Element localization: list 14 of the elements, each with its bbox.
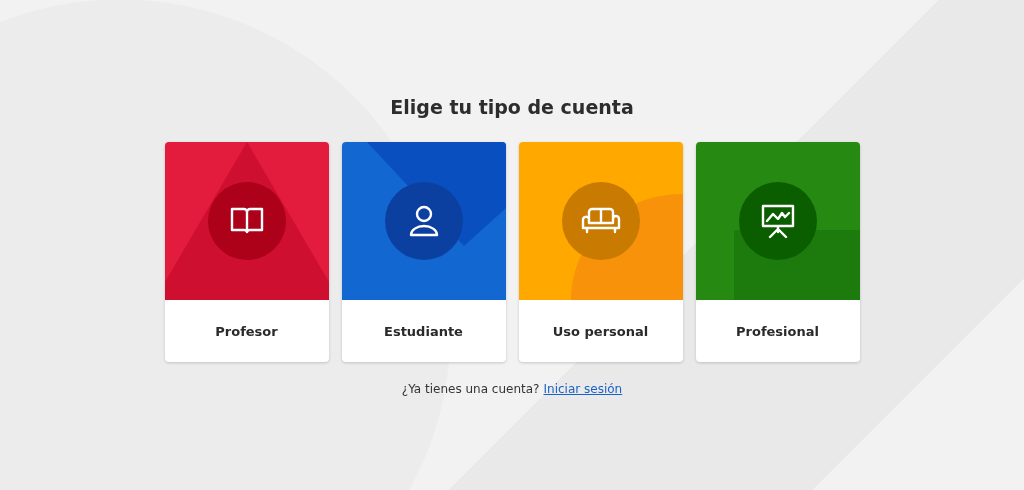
login-link[interactable]: Iniciar sesión	[543, 382, 623, 396]
card-label: Profesor	[214, 322, 279, 341]
presentation-board-icon	[759, 203, 796, 239]
sofa-icon	[580, 207, 621, 235]
card-label: Uso personal	[551, 322, 650, 341]
account-type-card[interactable]: Estudiante	[341, 142, 506, 362]
person-icon	[407, 205, 440, 237]
login-prompt: ¿Ya tienes una cuenta?	[401, 382, 540, 396]
card-label: Profesional	[735, 322, 820, 341]
account-type-card[interactable]: Uso personal	[518, 142, 683, 362]
account-type-card[interactable]: Profesor	[164, 142, 329, 362]
page-title: Elige tu tipo de cuenta	[390, 95, 634, 120]
account-type-card[interactable]: Profesional	[695, 142, 860, 362]
card-label: Estudiante	[383, 322, 464, 341]
